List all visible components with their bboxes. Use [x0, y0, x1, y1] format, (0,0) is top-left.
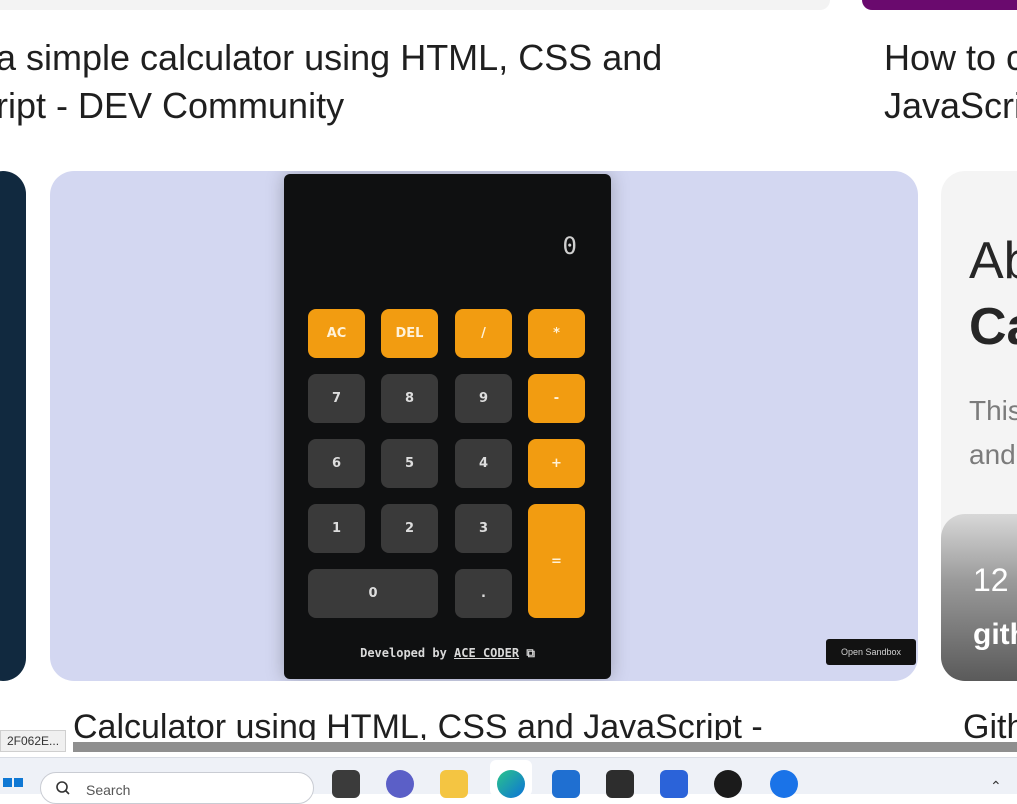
result-title-left[interactable]: a simple calculator using HTML, CSS and …: [0, 34, 816, 130]
calculator-key[interactable]: 3: [455, 504, 512, 553]
calculator-key[interactable]: =: [528, 504, 585, 618]
calculator-key[interactable]: DEL: [381, 309, 438, 358]
calculator-key[interactable]: 2: [381, 504, 438, 553]
external-link-icon: ⧉: [526, 646, 535, 660]
file-explorer-icon[interactable]: [440, 770, 468, 798]
windows-start-icon[interactable]: [2, 770, 30, 798]
app-icon[interactable]: [606, 770, 634, 798]
previous-card-bottom: [0, 0, 830, 10]
footer-author-link[interactable]: ACE CODER: [454, 646, 519, 660]
calculator-key[interactable]: .: [455, 569, 512, 618]
calculator-key[interactable]: 0: [308, 569, 438, 618]
footer-prefix: Developed by: [360, 646, 447, 660]
result-card-left[interactable]: [0, 171, 26, 681]
calculator-key[interactable]: 1: [308, 504, 365, 553]
search-icon: [55, 780, 71, 801]
result-title-right-line1[interactable]: How to c: [884, 34, 1017, 82]
result-card-right[interactable]: Ab Ca This and 12 gith: [941, 171, 1017, 681]
result-title-right-line2[interactable]: JavaScri: [884, 82, 1017, 130]
calculator-key[interactable]: AC: [308, 309, 365, 358]
result-caption-right[interactable]: Gith: [963, 708, 1017, 740]
calculator-key[interactable]: 4: [455, 439, 512, 488]
horizontal-scrollbar[interactable]: [73, 742, 1017, 752]
store-icon[interactable]: [552, 770, 580, 798]
right-card-stat: 12: [973, 562, 1009, 598]
calculator-key[interactable]: /: [455, 309, 512, 358]
calculator-key[interactable]: *: [528, 309, 585, 358]
calculator-key[interactable]: +: [528, 439, 585, 488]
task-view-icon[interactable]: [332, 770, 360, 798]
edge-icon-active[interactable]: [490, 760, 532, 798]
chrome-icon[interactable]: [770, 770, 798, 798]
calculator-key[interactable]: 8: [381, 374, 438, 423]
right-card-heading-1: Ab: [969, 232, 1017, 290]
status-tooltip: 2F062E...: [0, 730, 67, 752]
chevron-up-icon[interactable]: ⌃: [990, 778, 1002, 795]
right-card-body-2: and: [969, 439, 1016, 470]
result-card-calculator-image[interactable]: 0 AC DEL / * 7 8 9- 6 5 4 +1 2 3 = 0. Developed by ACE…: [50, 171, 918, 681]
open-sandbox-button[interactable]: Open Sandbox: [826, 639, 916, 665]
edge-icon: [497, 770, 525, 798]
taskbar: Search ⌃: [0, 757, 1017, 804]
right-card-heading-2: Ca: [969, 298, 1017, 356]
previous-card-bottom-right: [862, 0, 1017, 10]
taskbar-search-box[interactable]: Search: [40, 772, 314, 804]
app-icon[interactable]: [660, 770, 688, 798]
calculator-key[interactable]: 9: [455, 374, 512, 423]
result-title-left-line2[interactable]: ript - DEV Community: [0, 82, 816, 130]
result-title-right[interactable]: How to c JavaScri: [884, 34, 1017, 130]
right-card-overlay: 12 gith: [941, 514, 1017, 681]
right-card-body-1: This: [969, 395, 1017, 426]
right-card-source: gith: [973, 618, 1017, 651]
calculator-key[interactable]: 6: [308, 439, 365, 488]
calculator-key[interactable]: 7: [308, 374, 365, 423]
calculator: 0 AC DEL / * 7 8 9- 6 5 4 +1 2 3 = 0. Developed by ACE…: [284, 174, 611, 679]
calculator-key[interactable]: 5: [381, 439, 438, 488]
xbox-icon[interactable]: [714, 770, 742, 798]
calculator-key[interactable]: -: [528, 374, 585, 423]
calculator-footer: Developed by ACE CODER ⧉: [284, 646, 611, 661]
result-caption-main[interactable]: Calculator using HTML, CSS and JavaScrip…: [73, 708, 813, 740]
search-placeholder: Search: [86, 782, 131, 798]
calculator-display: 0: [562, 232, 577, 260]
teams-icon[interactable]: [386, 770, 414, 798]
result-title-left-line1[interactable]: a simple calculator using HTML, CSS and: [0, 34, 816, 82]
